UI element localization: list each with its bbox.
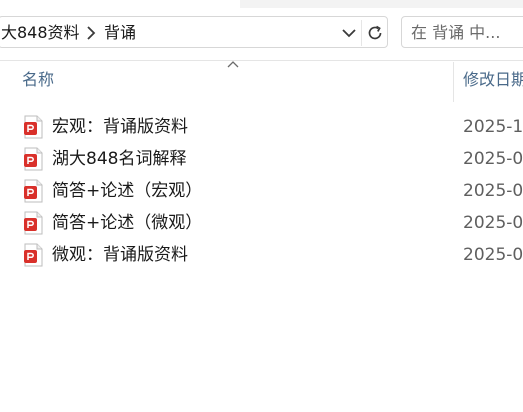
file-date-modified: 2025-0 [463, 181, 523, 201]
breadcrumb-current-folder[interactable]: 背诵 [104, 22, 136, 44]
file-name: 湖大848名词解释 [52, 149, 187, 169]
pdf-file-icon [24, 147, 43, 171]
file-row[interactable]: 湖大848名词解释 2025-0 [0, 143, 523, 175]
pdf-file-icon [24, 243, 43, 267]
tab-strip [0, 0, 523, 8]
refresh-icon [368, 25, 382, 40]
file-date-modified: 2025-1 [463, 117, 523, 137]
file-row[interactable]: 简答+论述（微观） 2025-0 [0, 207, 523, 239]
chevron-down-icon[interactable] [339, 23, 359, 43]
pdf-file-icon [24, 211, 43, 235]
column-resize-handle[interactable] [453, 62, 454, 102]
chevron-right-icon[interactable] [83, 25, 99, 41]
sort-up-icon [227, 61, 239, 68]
active-tab-edge[interactable] [0, 0, 240, 8]
file-date-modified: 2025-0 [463, 149, 523, 169]
pdf-file-icon [24, 179, 43, 203]
pdf-file-icon [24, 115, 43, 139]
file-row[interactable]: 宏观：背诵版资料 2025-1 [0, 111, 523, 143]
breadcrumb-parent-folder[interactable]: 大848资料 [1, 22, 80, 44]
search-placeholder: 在 背诵 中... [411, 23, 501, 42]
column-header-name[interactable]: 名称 [22, 69, 54, 91]
file-name: 简答+论述（宏观） [52, 181, 203, 201]
file-date-modified: 2025-0 [463, 245, 523, 265]
column-header-date-modified[interactable]: 修改日期 [463, 69, 523, 91]
file-row[interactable]: 简答+论述（宏观） 2025-0 [0, 175, 523, 207]
file-name: 微观：背诵版资料 [52, 245, 188, 265]
file-date-modified: 2025-0 [463, 213, 523, 233]
file-list: 宏观：背诵版资料 2025-1 湖大848名词解释 2025-0 简答+论述（宏… [0, 111, 523, 271]
refresh-button[interactable] [361, 20, 387, 46]
search-input[interactable]: 在 背诵 中... [401, 16, 523, 48]
file-row[interactable]: 微观：背诵版资料 2025-0 [0, 239, 523, 271]
file-name: 简答+论述（微观） [52, 213, 203, 233]
file-explorer-window: 大848资料 背诵 在 背诵 中... 名称 修改日期 宏观：背诵版资料 202… [0, 0, 523, 412]
address-bar[interactable]: 大848资料 背诵 [0, 16, 388, 48]
file-name: 宏观：背诵版资料 [52, 117, 188, 137]
toolbar-divider [0, 60, 523, 61]
